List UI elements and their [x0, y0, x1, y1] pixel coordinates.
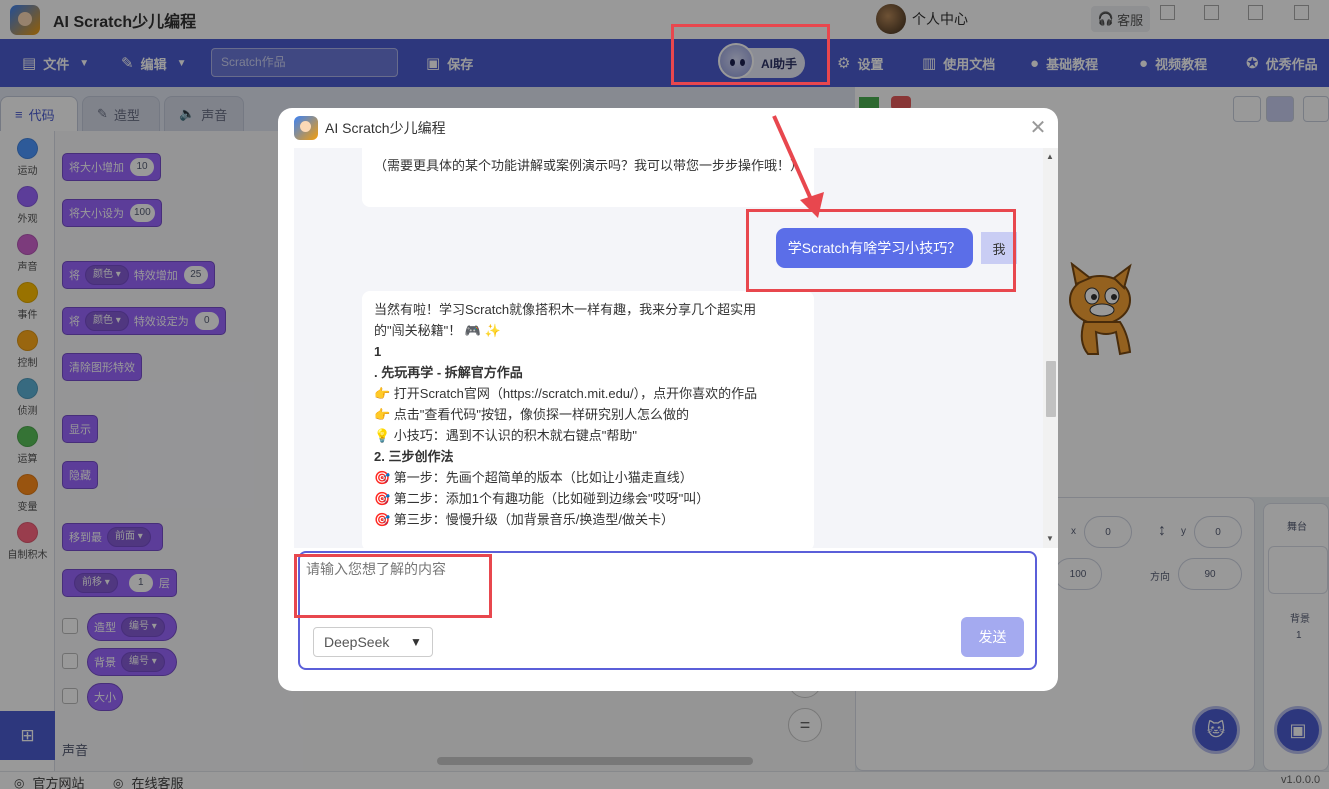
highlight-ai-button: [671, 24, 830, 85]
reply-line: 1: [374, 344, 382, 359]
scroll-up-icon[interactable]: ▲: [1046, 152, 1054, 161]
dialog-header: AI Scratch少儿编程 ✕: [278, 108, 1058, 148]
scroll-down-icon[interactable]: ▼: [1046, 534, 1054, 543]
annotation-arrow: [772, 115, 824, 218]
ai-chat-dialog: AI Scratch少儿编程 ✕ （需要更具体的某个功能讲解或案例演示吗？我可以…: [278, 108, 1058, 691]
highlight-user-question: [746, 209, 1016, 292]
highlight-input-field: [294, 554, 492, 618]
chat-history[interactable]: （需要更具体的某个功能讲解或案例演示吗？我可以带您一步步操作哦！） 学Scrat…: [294, 148, 1056, 548]
reply-line: 🎯 第一步：先画个超简单的版本（比如让小猫走直线）: [374, 470, 693, 485]
dialog-logo: [294, 116, 318, 140]
scrollbar-thumb[interactable]: [1046, 361, 1056, 417]
chat-scrollbar[interactable]: ▲ ▼: [1043, 148, 1058, 548]
reply-line: 当然有啦！学习Scratch就像搭积木一样有趣，我来分享几个超实用: [374, 302, 757, 317]
scratch-app: AI Scratch少儿编程 个人中心 🎧 客服 ▤ 文件 ▼ ✎ 编辑 ▼ S…: [0, 0, 1329, 789]
reply-line: . 先玩再学 - 拆解官方作品: [374, 365, 523, 380]
chevron-down-icon: ▼: [410, 635, 422, 649]
reply-line: 👉 点击"查看代码"按钮，像侦探一样研究别人怎么做的: [374, 407, 690, 422]
model-select-value: DeepSeek: [324, 634, 390, 650]
bot-message: （需要更具体的某个功能讲解或案例演示吗？我可以带您一步步操作哦！）: [362, 148, 814, 207]
reply-line: 💡 小技巧：遇到不认识的积木就右键点"帮助": [374, 428, 638, 443]
model-select[interactable]: DeepSeek ▼: [313, 627, 433, 657]
reply-line: 的"闯关秘籍"！ 🎮 ✨: [374, 323, 501, 338]
reply-line: 👉 打开Scratch官网（https://scratch.mit.edu/），…: [374, 386, 758, 401]
bot-message-text: （需要更具体的某个功能讲解或案例演示吗？我可以带您一步步操作哦！）: [374, 158, 804, 173]
send-button[interactable]: 发送: [961, 617, 1024, 657]
dialog-title: AI Scratch少儿编程: [325, 120, 446, 136]
close-icon[interactable]: ✕: [1026, 116, 1050, 140]
reply-line: 🎯 第三步：慢慢升级（加背景音乐/换造型/做关卡）: [374, 512, 675, 527]
bot-message: 当然有啦！学习Scratch就像搭积木一样有趣，我来分享几个超实用 的"闯关秘籍…: [362, 291, 814, 548]
reply-line: 🎯 第二步：添加1个有趣功能（比如碰到边缘会"哎呀"叫）: [374, 491, 710, 506]
reply-line: 2. 三步创作法: [374, 449, 454, 464]
